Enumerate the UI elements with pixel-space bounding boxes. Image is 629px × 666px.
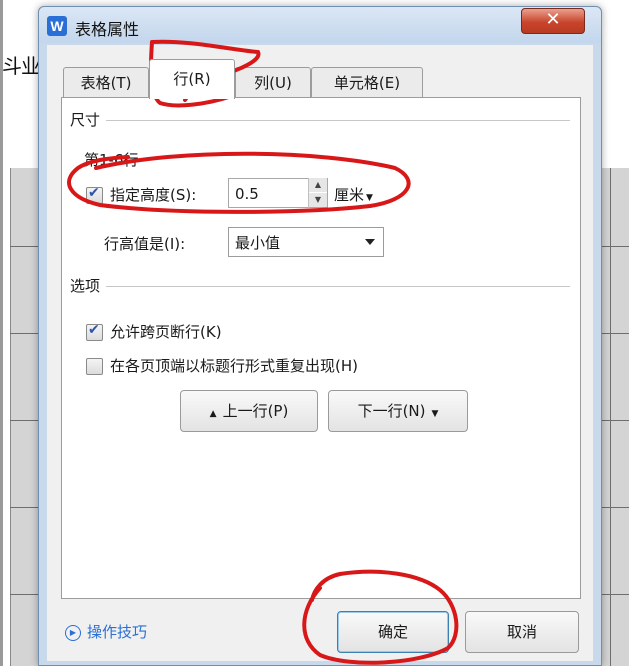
tips-label: 操作技巧 [87, 623, 148, 641]
tab-row[interactable]: 行(R) [149, 59, 235, 99]
dialog-title: 表格属性 [75, 20, 140, 39]
tab-column[interactable]: 列(U) [235, 67, 311, 98]
chevron-down-icon [365, 239, 375, 245]
play-icon: ▶ [65, 624, 81, 641]
next-row-label: 下一行(N) [357, 402, 426, 420]
operation-tips-link[interactable]: ▶ 操作技巧 [65, 621, 147, 642]
spin-down-icon[interactable]: ▼ [309, 193, 327, 207]
specify-height-checkbox[interactable] [86, 185, 103, 204]
doc-page-edge [0, 0, 3, 666]
prev-row-button[interactable]: ▲ 上一行(P) [180, 390, 318, 432]
close-button[interactable]: ✕ [521, 8, 585, 34]
options-section-label: 选项 [70, 275, 105, 296]
row-range-label: 第1-6行 [84, 151, 139, 169]
next-row-button[interactable]: 下一行(N) ▼ [328, 390, 468, 432]
size-section-label: 尺寸 [70, 109, 105, 130]
chevron-down-icon: ▼ [366, 193, 373, 203]
doc-text-fragment: 斗业 [2, 54, 41, 78]
row-tab-panel: 尺寸 第1-6行 指定高度(S): 0.5 ▲ ▼ 厘米▼ 行高值是(I): 最… [61, 97, 581, 599]
ok-button[interactable]: 确定 [337, 611, 449, 653]
up-arrow-icon: ▲ [209, 409, 217, 419]
dialog-titlebar[interactable]: W 表格属性 ✕ [39, 7, 601, 43]
tab-cell[interactable]: 单元格(E) [311, 67, 423, 98]
repeat-header-checkbox[interactable] [86, 358, 103, 375]
dialog-client-area: 表格(T) 行(R) 列(U) 单元格(E) 尺寸 第1-6行 指定高度(S):… [47, 45, 593, 661]
row-height-type-select[interactable]: 最小值 [228, 227, 384, 257]
prev-row-label: 上一行(P) [222, 402, 289, 420]
doc-table-column-rule [610, 168, 611, 666]
options-section-rule [106, 286, 570, 287]
tab-table[interactable]: 表格(T) [63, 67, 149, 98]
height-spinner[interactable]: ▲ ▼ [308, 178, 327, 208]
cancel-button[interactable]: 取消 [465, 611, 579, 653]
allow-break-checkbox[interactable] [86, 322, 103, 341]
height-unit-label: 厘米 [334, 186, 365, 204]
table-properties-dialog: W 表格属性 ✕ 表格(T) 行(R) 列(U) 单元格(E) 尺寸 第1-6行… [38, 6, 602, 666]
specify-height-label: 指定高度(S): [110, 186, 197, 204]
size-section-rule [106, 120, 570, 121]
row-height-is-label: 行高值是(I): [104, 235, 186, 253]
row-height-type-value: 最小值 [235, 234, 281, 252]
repeat-header-label: 在各页顶端以标题行形式重复出现(H) [110, 357, 358, 375]
height-unit-dropdown[interactable]: 厘米 ▼ [334, 184, 373, 205]
spin-up-icon[interactable]: ▲ [309, 178, 327, 192]
wps-app-icon: W [47, 16, 67, 36]
allow-break-label: 允许跨页断行(K) [110, 323, 222, 341]
down-arrow-icon: ▼ [431, 409, 439, 419]
